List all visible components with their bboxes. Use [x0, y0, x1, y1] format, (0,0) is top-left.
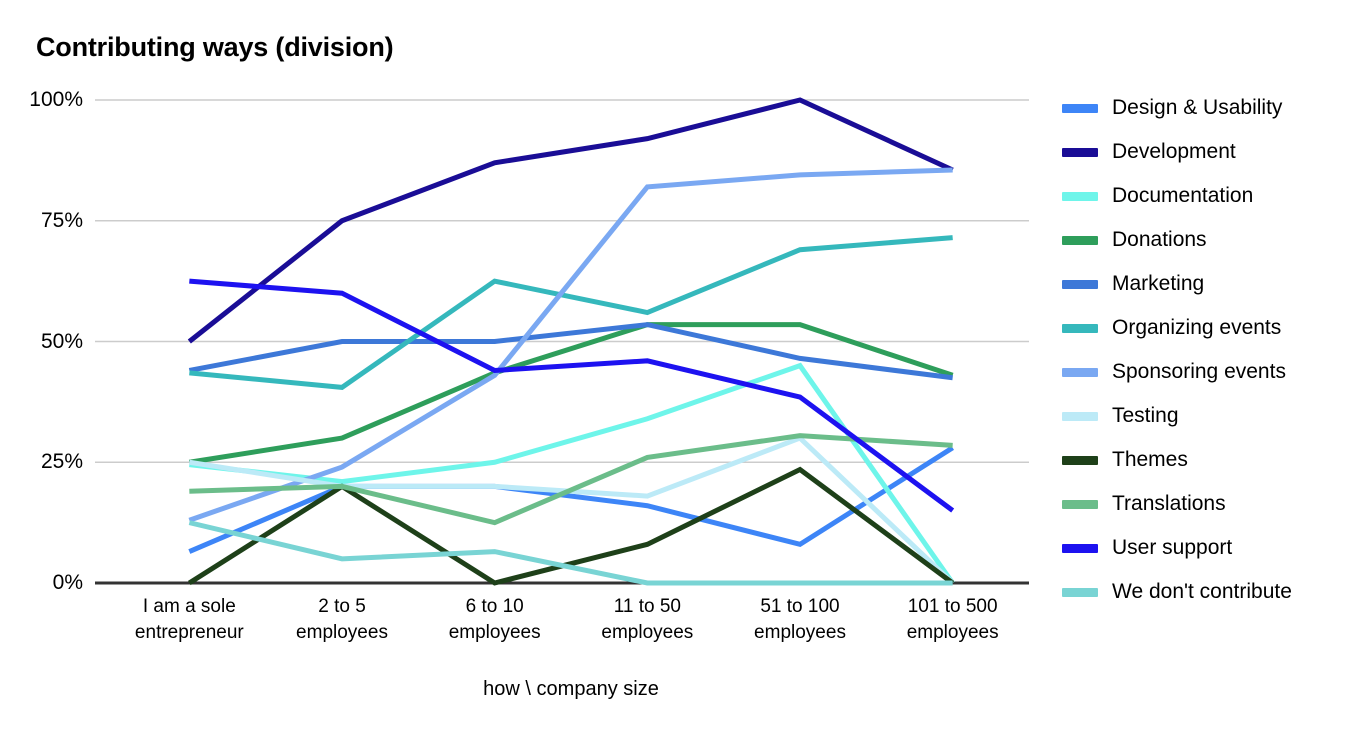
legend-item-label: Marketing — [1112, 272, 1205, 295]
legend-item[interactable]: User support — [1062, 526, 1352, 570]
legend-item[interactable]: Development — [1062, 130, 1352, 174]
legend-swatch-icon — [1062, 367, 1098, 377]
legend-swatch-icon — [1062, 191, 1098, 201]
legend-swatch-icon — [1062, 147, 1098, 157]
legend-item[interactable]: Sponsoring events — [1062, 350, 1352, 394]
series-line — [188, 520, 953, 586]
legend-swatch-icon — [1062, 235, 1098, 245]
y-axis-tick-label: 50% — [40, 329, 83, 353]
x-axis-tick-label: 6 to 10 employees — [448, 596, 541, 643]
legend-item-label: Donations — [1112, 228, 1207, 251]
legend-item[interactable]: We don't contribute — [1062, 570, 1352, 614]
legend-item[interactable]: Themes — [1062, 438, 1352, 482]
chart-page: Contributing ways (division) 0% 25% 50% 75%… — [0, 0, 1352, 742]
legend-item-label: Documentation — [1112, 184, 1254, 207]
chart-legend: Design & Usability Development Documentati… — [1062, 86, 1352, 614]
legend-item[interactable]: Organizing events — [1062, 306, 1352, 350]
legend-item-label: Translations — [1112, 492, 1226, 515]
legend-item-label: Design & Usability — [1112, 96, 1283, 119]
x-axis-tick-label: 101 to 500 employees — [906, 596, 999, 643]
y-axis-tick-label: 100% — [29, 88, 83, 111]
legend-swatch-icon — [1062, 323, 1098, 333]
x-axis-title: how \ company size — [483, 678, 659, 700]
legend-item[interactable]: Design & Usability — [1062, 86, 1352, 130]
x-axis-tick-label: 11 to 50 employees — [601, 596, 694, 643]
legend-item[interactable]: Translations — [1062, 482, 1352, 526]
legend-item-label: Organizing events — [1112, 316, 1282, 339]
plot-area: 0% 25% 50% 75% 100% I am a sole entrepreneur 2… — [0, 0, 1040, 742]
legend-item[interactable]: Donations — [1062, 218, 1352, 262]
legend-item[interactable]: Testing — [1062, 394, 1352, 438]
legend-item[interactable]: Marketing — [1062, 262, 1352, 306]
legend-swatch-icon — [1062, 587, 1098, 597]
legend-swatch-icon — [1062, 279, 1098, 289]
legend-item-label: Testing — [1112, 404, 1179, 427]
series-line — [188, 167, 953, 523]
legend-item-label: User support — [1112, 536, 1233, 559]
legend-swatch-icon — [1062, 411, 1098, 421]
y-axis-tick-label: 25% — [40, 450, 83, 474]
legend-item-label: Themes — [1112, 448, 1188, 471]
y-axis-tick-label: 0% — [52, 571, 83, 594]
legend-item[interactable]: Documentation — [1062, 174, 1352, 218]
legend-item-label: We don't contribute — [1112, 580, 1292, 603]
legend-swatch-icon — [1062, 455, 1098, 465]
x-axis-tick-label: 2 to 5 employees — [296, 596, 388, 643]
legend-swatch-icon — [1062, 103, 1098, 113]
legend-item-label: Sponsoring events — [1112, 360, 1286, 383]
x-axis-tick-label: 51 to 100 employees — [754, 596, 846, 643]
y-axis-tick-label: 75% — [40, 208, 83, 232]
x-axis-tick-label: I am a sole entrepreneur — [134, 596, 244, 643]
legend-swatch-icon — [1062, 543, 1098, 553]
legend-item-label: Development — [1112, 140, 1236, 163]
legend-swatch-icon — [1062, 499, 1098, 509]
